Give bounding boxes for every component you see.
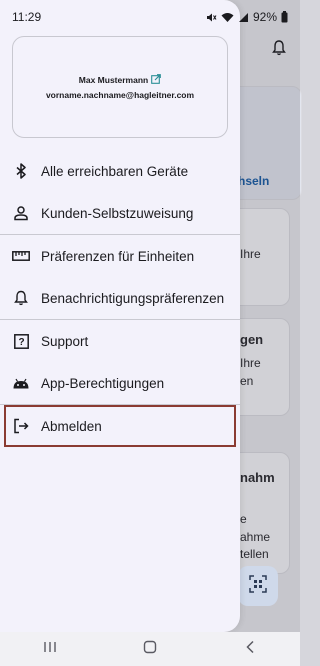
external-link-icon[interactable] bbox=[151, 74, 162, 86]
logout-icon bbox=[12, 417, 30, 435]
qr-scan-button[interactable] bbox=[238, 566, 278, 606]
back-icon bbox=[245, 640, 255, 659]
home-icon bbox=[143, 640, 157, 659]
profile-name: Max Mustermann bbox=[78, 75, 149, 85]
recent-apps-icon bbox=[43, 640, 57, 658]
status-bar: 11:29 92% bbox=[0, 0, 300, 34]
menu-item-label: Alle erreichbaren Geräte bbox=[41, 163, 189, 179]
qr-scan-icon bbox=[249, 574, 267, 598]
menu-item-support[interactable]: ? Support bbox=[0, 320, 240, 362]
profile-card[interactable]: Max Mustermann vorname.nachname@hagleitn… bbox=[12, 36, 228, 138]
status-icons: 92% bbox=[206, 10, 288, 24]
menu-item-unit-preferences[interactable]: Präferenzen für Einheiten bbox=[0, 235, 240, 277]
menu-item-customer-assignment[interactable]: Kunden-Selbstzuweisung bbox=[0, 192, 240, 234]
menu-item-app-permissions[interactable]: App-Berechtigungen bbox=[0, 362, 240, 404]
menu-item-label: App-Berechtigungen bbox=[41, 375, 165, 391]
status-time: 11:29 bbox=[12, 10, 42, 24]
profile-name-row: Max Mustermann bbox=[78, 74, 162, 86]
bell-icon bbox=[12, 289, 30, 307]
mute-icon bbox=[206, 12, 217, 23]
battery-icon bbox=[281, 11, 288, 23]
recent-apps-button[interactable] bbox=[30, 637, 70, 661]
drawer-menu: Alle erreichbaren Geräte Kunden-Selbstzu… bbox=[0, 150, 240, 447]
navigation-drawer: Max Mustermann vorname.nachname@hagleitn… bbox=[0, 0, 240, 632]
system-nav-bar bbox=[0, 632, 300, 666]
profile-email: vorname.nachname@hagleitner.com bbox=[45, 90, 195, 100]
back-button[interactable] bbox=[230, 637, 270, 661]
battery-percent: 92% bbox=[252, 10, 277, 24]
menu-item-notification-preferences[interactable]: Benachrichtigungspräferenzen bbox=[0, 277, 240, 319]
svg-text:?: ? bbox=[18, 337, 24, 348]
home-button[interactable] bbox=[130, 637, 170, 661]
menu-item-label: Abmelden bbox=[41, 418, 102, 434]
wifi-icon bbox=[221, 12, 234, 23]
menu-item-devices[interactable]: Alle erreichbaren Geräte bbox=[0, 150, 240, 192]
signal-icon bbox=[238, 12, 249, 23]
menu-item-label: Benachrichtigungspräferenzen bbox=[41, 290, 225, 306]
menu-item-label: Präferenzen für Einheiten bbox=[41, 248, 195, 264]
help-icon: ? bbox=[12, 332, 30, 350]
bluetooth-icon bbox=[12, 162, 30, 180]
menu-item-logout[interactable]: Abmelden bbox=[4, 405, 236, 447]
person-icon bbox=[12, 204, 30, 222]
menu-item-label: Support bbox=[41, 333, 89, 349]
android-icon bbox=[12, 374, 30, 392]
menu-item-label: Kunden-Selbstzuweisung bbox=[41, 205, 194, 221]
ruler-icon bbox=[12, 247, 30, 265]
